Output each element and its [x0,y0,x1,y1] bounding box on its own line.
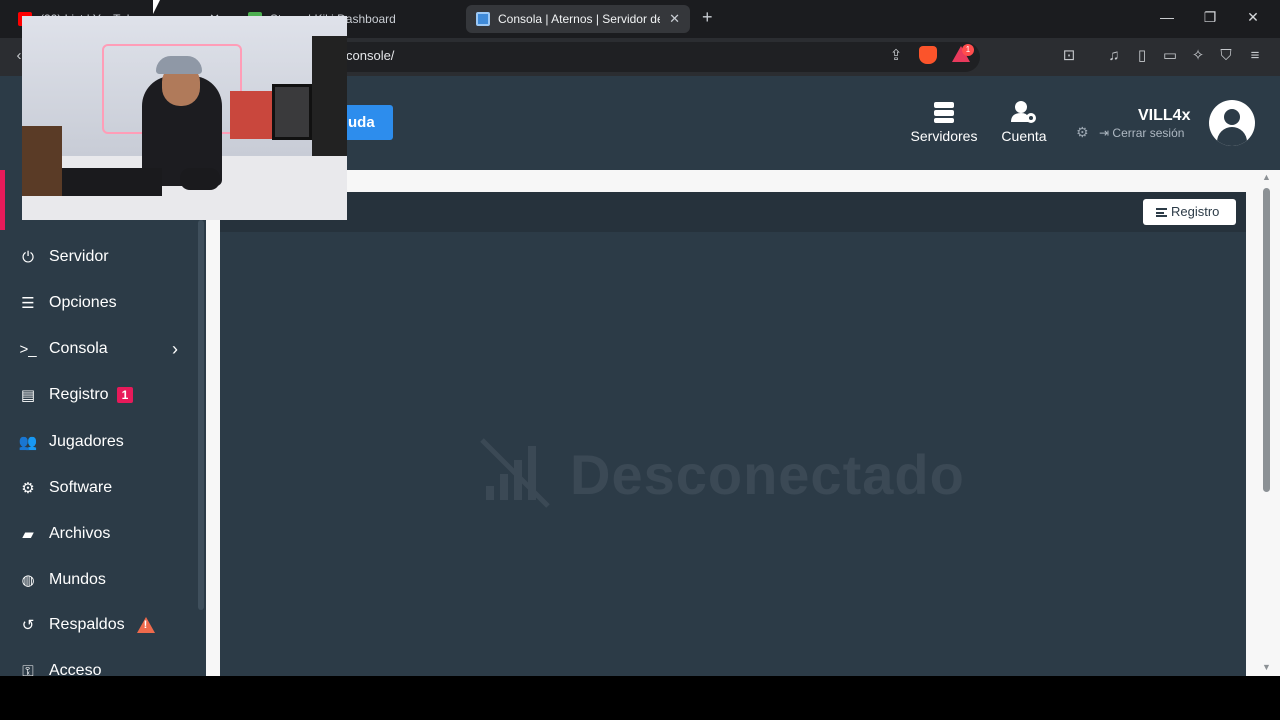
sidebar-item-label: Archivos [49,525,111,542]
webcam-chair [22,126,62,196]
restore-button[interactable]: ❐ [1200,9,1220,26]
new-tab-button[interactable]: + [702,7,713,28]
sidebar-item-mundos[interactable]: ◍ Mundos [0,560,198,600]
nav-label: Cuenta [1001,128,1047,144]
account-settings-icon [1011,101,1036,123]
notification-badge: 1 [116,387,134,403]
webcam-console [62,168,162,196]
servers-icon [934,102,954,123]
avatar-body [1217,127,1247,146]
close-window-button[interactable]: ✕ [1243,9,1263,26]
webcam-monitor [272,84,312,140]
webcam-cap [156,56,202,74]
log-button-label: Registro [1171,204,1220,219]
mouse-cursor [153,0,160,14]
sidebar-item-registro[interactable]: ▤ Registro 1 [0,375,198,415]
users-icon: 👥 [18,434,38,451]
url-text[interactable]: console/ [346,48,394,63]
history-icon: ↺ [21,617,35,634]
gear-icon[interactable]: ⚙ [1076,124,1089,141]
folder-icon: ▰ [22,526,34,543]
browser-window: (32) List | YouTube ✕ Steam | Kiki Dashb… [0,0,1280,676]
wallet-icon[interactable]: ▭ [1159,45,1181,67]
media-icon[interactable]: ♫ [1103,45,1125,67]
sidebar-item-label: Registro [49,386,109,403]
sidebar-item-label: Mundos [49,571,106,588]
screenshot-icon[interactable]: ⊡ [1058,45,1080,67]
sidebar-item-respaldos[interactable]: ↺ Respaldos [0,605,198,645]
help-button[interactable]: uda [340,105,393,140]
sidebar-item-label: Consola [49,340,108,357]
sidebar-item-software[interactable]: ⚙ Software [0,468,198,508]
share-icon[interactable]: ⇪ [885,45,907,67]
scroll-down-icon[interactable]: ▼ [1262,662,1271,672]
scroll-up-icon[interactable]: ▲ [1262,172,1271,182]
sidebar-item-opciones[interactable]: ☰ Opciones [0,283,198,323]
nav-servidores[interactable]: Servidores [908,100,980,144]
close-icon[interactable]: ✕ [661,11,680,27]
webcam-overlay [22,16,347,220]
gears-icon: ⚙ [21,480,35,497]
minimize-button[interactable]: — [1157,9,1177,25]
sidebar-item-label: Respaldos [49,616,125,633]
webcam-gamepad [180,168,220,190]
globe-icon: ◍ [21,572,35,589]
sidebar-item-acceso[interactable]: ⚿ Acceso [0,651,198,676]
power-icon: ⏻ [22,248,34,266]
warning-icon [136,617,155,633]
list-icon [1156,208,1167,217]
nav-label: Servidores [910,128,978,144]
log-button[interactable]: Registro [1143,199,1236,225]
aternos-icon [476,12,490,26]
sidebar-item-label: Software [49,479,113,496]
sidebar-item-label: Servidor [49,248,109,265]
logout-link[interactable]: ⇥ Cerrar sesión [1099,126,1184,140]
sidebar-item-jugadores[interactable]: 👥 Jugadores [0,422,198,462]
console-panel [220,192,1246,676]
sidebar-item-label: Jugadores [49,433,124,450]
webcam-poster [230,91,272,139]
console-toolbar [220,192,1246,232]
connection-status: Desconectado [570,443,965,506]
username: VILL4x [1138,107,1191,124]
options-icon: ☰ [21,295,35,312]
menu-icon[interactable]: ≡ [1244,45,1266,67]
address-bar[interactable] [300,42,980,72]
page-scrollbar[interactable]: ▲ ▼ [1259,170,1275,676]
sidebar-scrollbar[interactable] [198,220,204,610]
sidebar-item-servidor[interactable]: ⏻ Servidor [0,237,198,277]
file-icon: ▤ [20,387,36,404]
nav-cuenta[interactable]: Cuenta [996,100,1052,144]
brave-shields-icon[interactable] [919,46,937,64]
tab-label: Consola | Aternos | Servidor de M [498,12,660,26]
leo-ai-icon[interactable]: ✧ [1187,45,1209,67]
chevron-right-icon: › [172,338,178,359]
sidebar-active-indicator [0,170,5,230]
logout-label: Cerrar sesión [1112,126,1185,140]
scroll-thumb[interactable] [1263,188,1270,492]
logout-icon: ⇥ [1099,126,1110,140]
no-signal-icon [480,438,550,508]
key-icon: ⚿ [22,662,34,677]
tab-consola[interactable]: Consola | Aternos | Servidor de M ✕ [466,5,690,33]
vpn-shield-icon[interactable]: ⛉ [1215,45,1237,67]
terminal-icon: >_ [19,340,37,358]
avatar[interactable] [1209,100,1255,146]
sidebar-toggle-icon[interactable]: ▯ [1131,45,1153,67]
sidebar-item-consola[interactable]: >_ Consola › [0,329,198,369]
sidebar-item-label: Opciones [49,294,117,311]
sidebar-item-label: Acceso [49,662,102,676]
avatar-head [1224,109,1240,125]
sidebar-item-archivos[interactable]: ▰ Archivos [0,514,198,554]
rewards-badge: 1 [962,44,974,56]
